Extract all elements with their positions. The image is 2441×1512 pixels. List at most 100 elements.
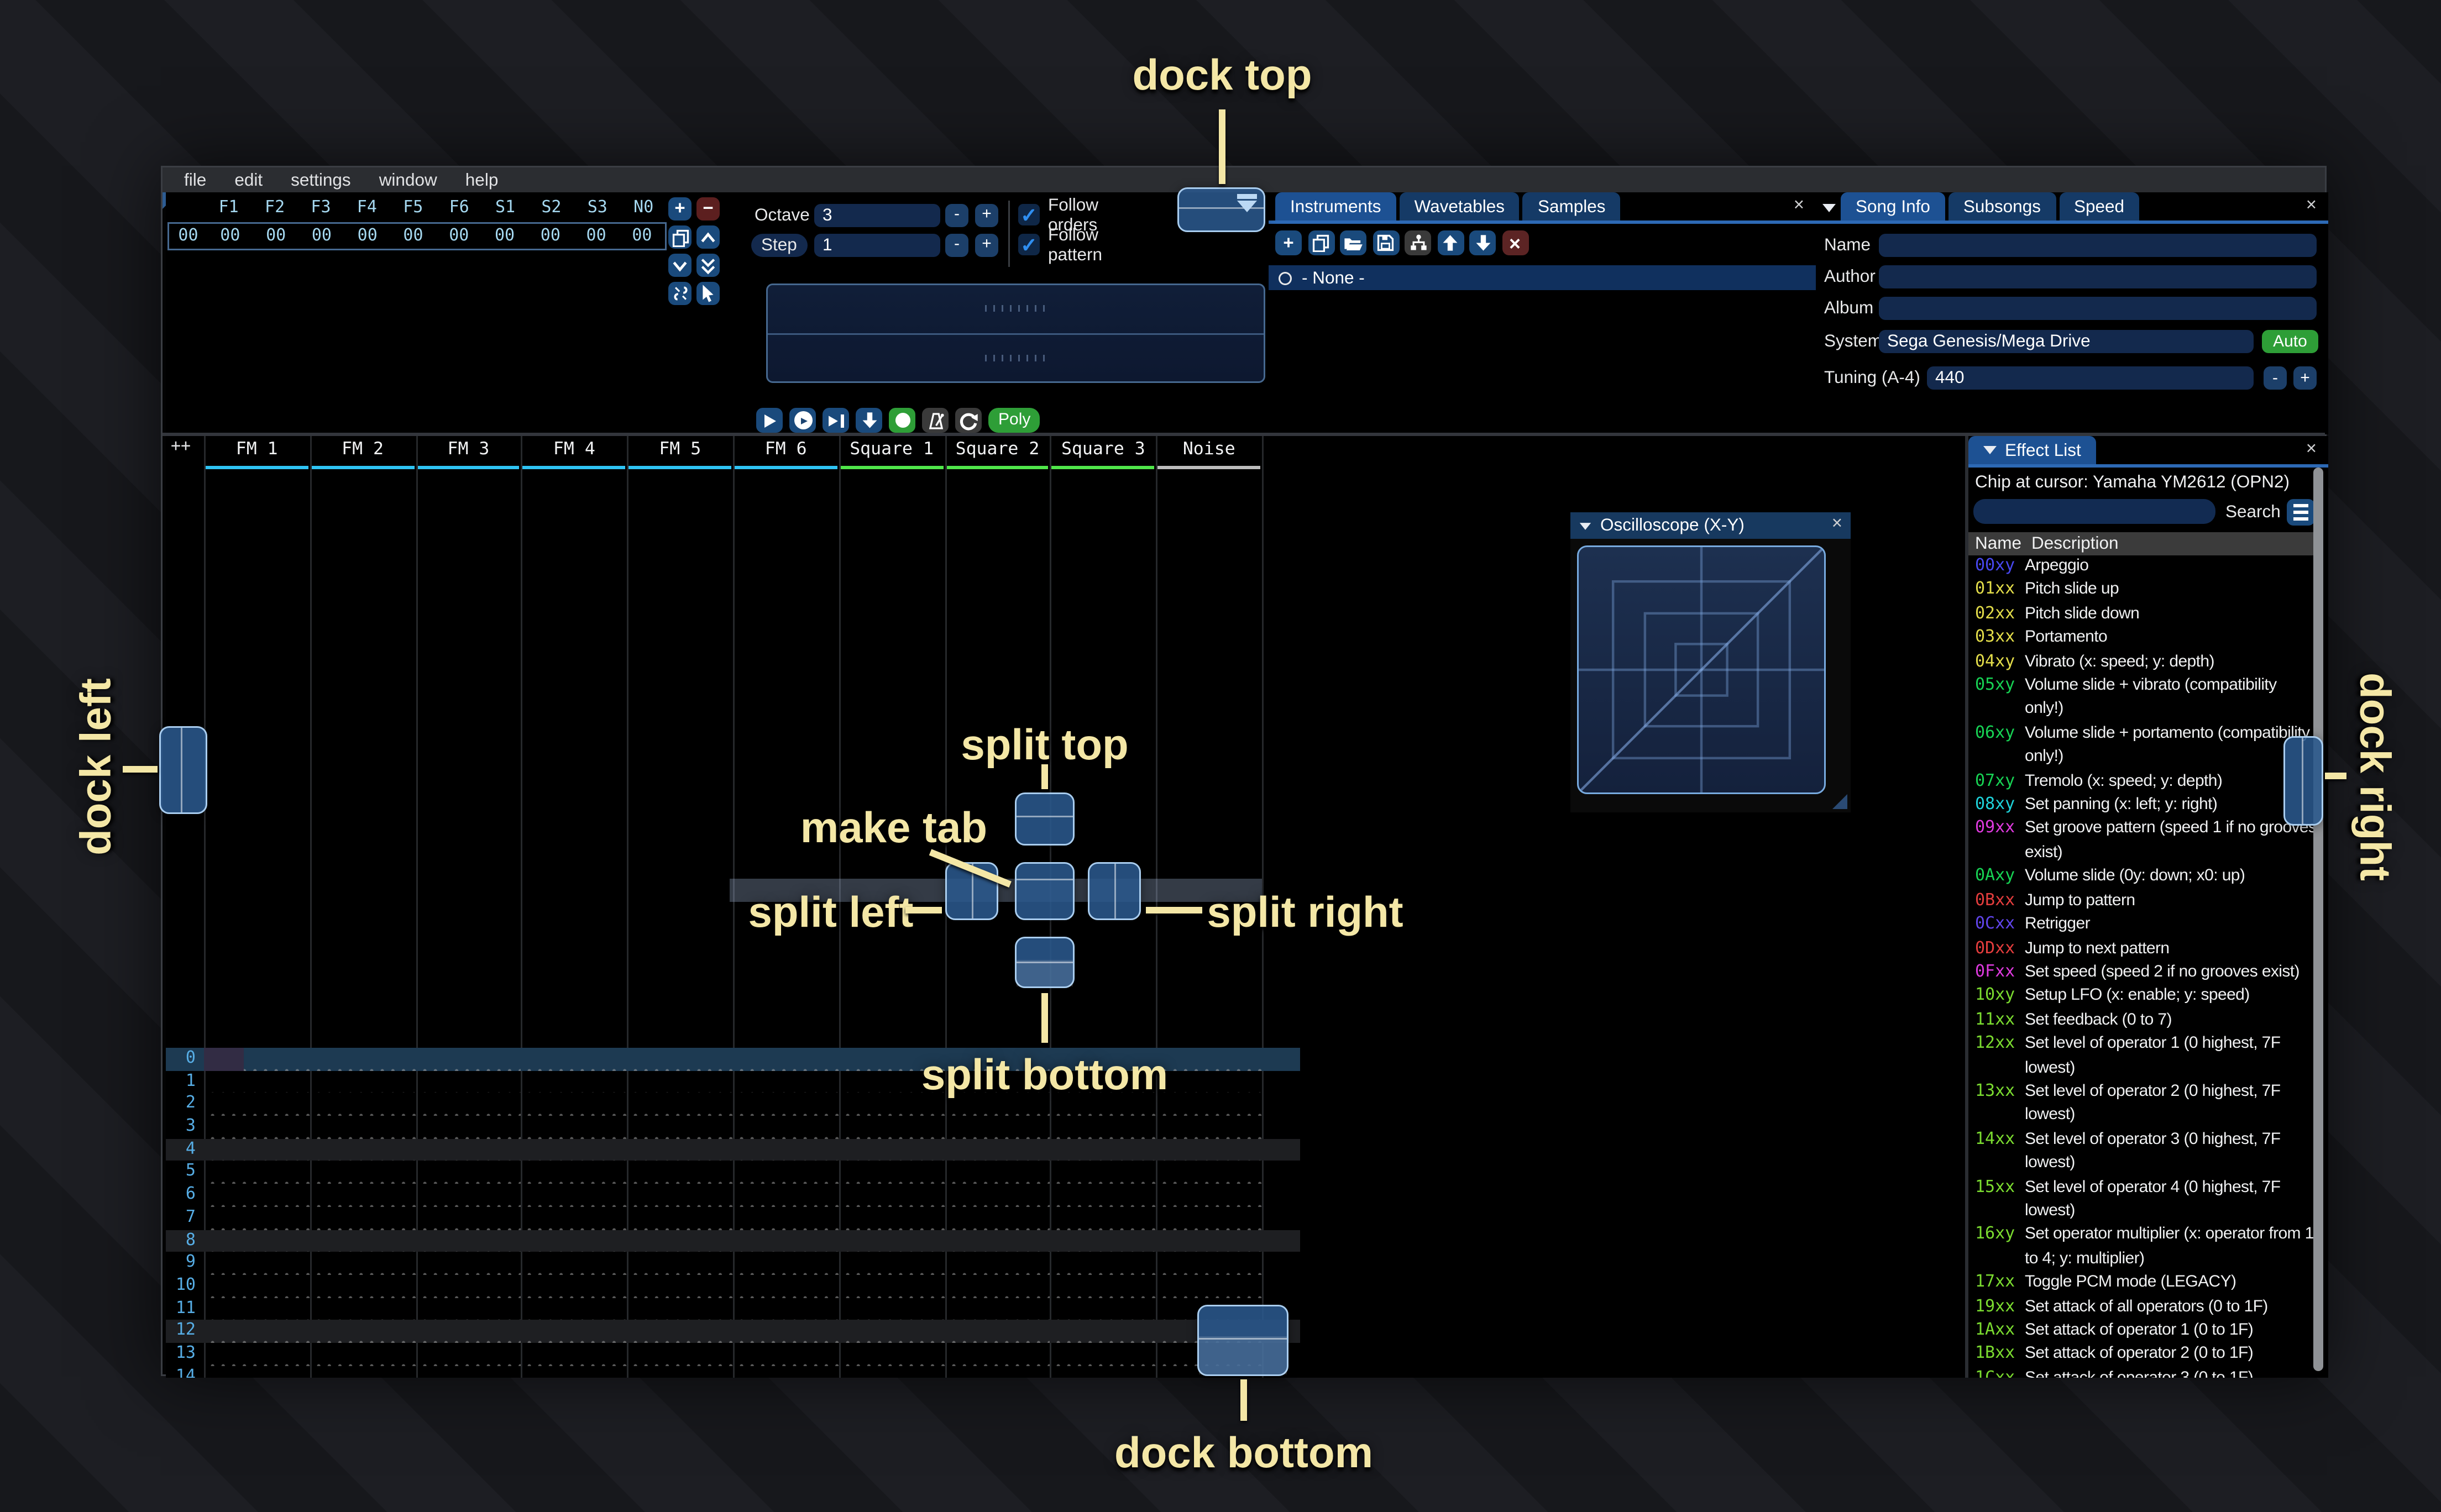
- pattern-cell[interactable]: [310, 1161, 416, 1184]
- pattern-cell[interactable]: [1156, 1274, 1262, 1298]
- orders-column-F2[interactable]: F2: [252, 199, 297, 219]
- pattern-cell[interactable]: [310, 1184, 416, 1207]
- channel-header-square-2[interactable]: Square 2: [945, 439, 1050, 469]
- orders-column-F3[interactable]: F3: [298, 199, 344, 219]
- instrument-tree-view-button[interactable]: [1405, 230, 1431, 255]
- pattern-expand-button[interactable]: ++: [171, 438, 191, 456]
- close-icon[interactable]: ×: [1794, 196, 1804, 216]
- pattern-cell[interactable]: [627, 1048, 733, 1071]
- effect-row-00xy[interactable]: 00xy Arpeggio: [1968, 555, 2318, 579]
- pattern-cell[interactable]: [204, 1342, 310, 1366]
- pattern-cell[interactable]: [521, 1229, 627, 1252]
- pattern-cell[interactable]: [310, 1206, 416, 1230]
- pattern-cell[interactable]: [204, 1206, 310, 1230]
- menu-item-help[interactable]: help: [465, 170, 499, 190]
- effect-row-12xx[interactable]: 12xx Set level of operator 1 (0 highest, …: [1968, 1033, 2318, 1080]
- effect-search-input[interactable]: [1973, 499, 2215, 524]
- pattern-cell[interactable]: [839, 1138, 945, 1162]
- pattern-cell[interactable]: [310, 1093, 416, 1116]
- effect-row-01xx[interactable]: 01xx Pitch slide up: [1968, 579, 2318, 603]
- pattern-cell[interactable]: [521, 1070, 627, 1094]
- split-target-bottom[interactable]: [1015, 937, 1075, 988]
- effect-row-0Fxx[interactable]: 0Fxx Set speed (speed 2 if no grooves exi…: [1968, 962, 2318, 985]
- pattern-cell[interactable]: [627, 1116, 733, 1139]
- play-one-row-button[interactable]: [823, 408, 849, 433]
- pattern-cell[interactable]: [732, 1252, 839, 1275]
- pattern-cell[interactable]: [1156, 1229, 1262, 1252]
- pattern-cell[interactable]: [415, 1184, 522, 1207]
- orders-column-F5[interactable]: F5: [390, 199, 436, 219]
- instrument-duplicate-button[interactable]: [1307, 230, 1334, 255]
- collapse-triangle-icon[interactable]: [1822, 204, 1836, 212]
- pattern-cell[interactable]: [521, 1048, 627, 1071]
- order-value-F3[interactable]: 00: [299, 227, 345, 245]
- pattern-cell[interactable]: [732, 1206, 839, 1230]
- order-value-F4[interactable]: 00: [344, 227, 390, 245]
- order-value-F2[interactable]: 00: [253, 227, 299, 245]
- system-input[interactable]: Sega Genesis/Mega Drive: [1879, 330, 2254, 353]
- pattern-cell[interactable]: [204, 1116, 310, 1139]
- pattern-cell[interactable]: [1156, 1206, 1262, 1230]
- pattern-cell[interactable]: [732, 1297, 839, 1320]
- pattern-cell[interactable]: [204, 1252, 310, 1275]
- pattern-cell[interactable]: [204, 1274, 310, 1298]
- order-duplicate-end-button[interactable]: [696, 254, 720, 277]
- orders-column-F1[interactable]: F1: [206, 199, 252, 219]
- pattern-cell[interactable]: [1050, 1116, 1156, 1139]
- pattern-cell[interactable]: [732, 1093, 839, 1116]
- description-column-header[interactable]: Description: [2031, 534, 2119, 554]
- pattern-cell[interactable]: [1156, 1138, 1262, 1162]
- orders-selected-row[interactable]: 00 00 00 00 00 00 00 00 00 00 00: [167, 222, 667, 250]
- order-row-index[interactable]: 00: [169, 227, 207, 245]
- effect-row-1Cxx[interactable]: 1CxxSet attack of operator 3 (0 to 1F): [1968, 1367, 2318, 1378]
- effect-row-06xy[interactable]: 06xy Volume slide + portamento (compatibi…: [1968, 723, 2318, 770]
- pattern-cell[interactable]: [627, 1070, 733, 1094]
- effect-row-17xx[interactable]: 17xx Toggle PCM mode (LEGACY): [1968, 1272, 2318, 1296]
- pattern-cell[interactable]: [627, 1184, 733, 1207]
- dock-target-top[interactable]: [1177, 187, 1265, 232]
- tab-song-info[interactable]: Song Info: [1841, 192, 1945, 221]
- pattern-cell[interactable]: [310, 1320, 416, 1343]
- channel-header-fm-5[interactable]: FM 5: [627, 439, 733, 469]
- pattern-cell[interactable]: [310, 1229, 416, 1252]
- orders-column-N0[interactable]: N0: [621, 199, 667, 219]
- pattern-cell[interactable]: [627, 1252, 733, 1275]
- hamburger-menu-button[interactable]: [2287, 499, 2315, 526]
- order-move-down-button[interactable]: [668, 254, 692, 277]
- menu-item-edit[interactable]: edit: [234, 170, 263, 190]
- pattern-cell[interactable]: [1050, 1297, 1156, 1320]
- name-input[interactable]: [1879, 234, 2317, 257]
- effect-row-04xy[interactable]: 04xy Vibrato (x: speed; y: depth): [1968, 651, 2318, 675]
- pattern-cell[interactable]: [415, 1138, 522, 1162]
- effect-row-15xx[interactable]: 15xx Set level of operator 4 (0 highest, …: [1968, 1177, 2318, 1224]
- pattern-cell[interactable]: [944, 1252, 1051, 1275]
- pattern-cell[interactable]: [627, 1206, 733, 1230]
- pattern-cell[interactable]: [839, 1274, 945, 1298]
- oscilloscope-titlebar[interactable]: Oscilloscope (X-Y): [1570, 512, 1851, 539]
- pattern-cell[interactable]: [415, 1365, 522, 1378]
- octave-minus-button[interactable]: -: [945, 203, 968, 227]
- pattern-cell[interactable]: [732, 1184, 839, 1207]
- order-add-button[interactable]: +: [668, 197, 692, 221]
- pattern-cell[interactable]: [204, 1070, 310, 1094]
- pattern-cell[interactable]: [732, 1365, 839, 1378]
- play-button[interactable]: [756, 408, 783, 433]
- split-target-right[interactable]: [1088, 862, 1141, 920]
- pattern-cell[interactable]: [1050, 1229, 1156, 1252]
- author-input[interactable]: [1879, 265, 2317, 288]
- effect-row-09xx[interactable]: 09xx Set groove pattern (speed 1 if no gr…: [1968, 818, 2318, 865]
- effect-row-19xx[interactable]: 19xx Set attack of all operators (0 to 1F…: [1968, 1296, 2318, 1320]
- effect-row-02xx[interactable]: 02xx Pitch slide down: [1968, 603, 2318, 627]
- pattern-cell[interactable]: [415, 1116, 522, 1139]
- instrument-move-down-button[interactable]: [1469, 230, 1496, 255]
- metronome-button[interactable]: [922, 408, 949, 433]
- pattern-cell[interactable]: [204, 1229, 310, 1252]
- pattern-cell[interactable]: [204, 1138, 310, 1162]
- album-input[interactable]: [1879, 297, 2317, 320]
- record-button[interactable]: [889, 408, 915, 433]
- pattern-cursor-cell[interactable]: [204, 1048, 244, 1071]
- pattern-cell[interactable]: [1050, 1206, 1156, 1230]
- play-from-beginning-button[interactable]: [789, 408, 816, 433]
- effect-row-10xy[interactable]: 10xy Setup LFO (x: enable; y: speed): [1968, 985, 2318, 1009]
- pattern-cell[interactable]: [944, 1138, 1051, 1162]
